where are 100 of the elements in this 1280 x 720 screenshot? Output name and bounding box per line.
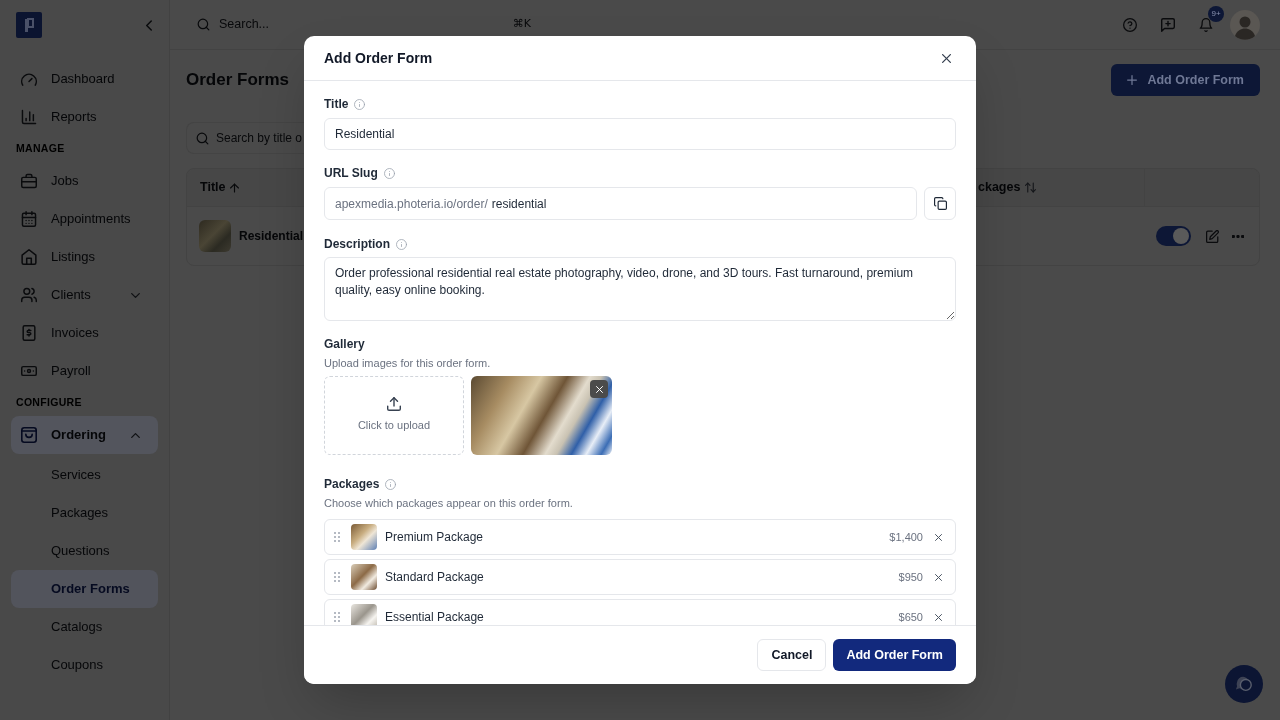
house-icon	[21, 249, 37, 265]
chat-button[interactable]	[1225, 665, 1263, 703]
nav-item[interactable]: Dashboard	[11, 60, 158, 98]
close-icon	[934, 613, 942, 621]
column-header[interactable]: Title	[200, 178, 240, 197]
remove-package-button[interactable]	[932, 531, 944, 543]
copy-icon	[933, 197, 947, 210]
drag-handle-icon[interactable]	[334, 612, 340, 622]
nav-item[interactable]: Listings	[11, 238, 158, 276]
search-placeholder: Search...	[219, 16, 270, 34]
field-hint: Upload images for this order form.	[324, 356, 492, 370]
package-name: Essential Package	[385, 609, 484, 625]
column-label: ckages	[978, 179, 1021, 197]
field-label: Gallery	[324, 336, 365, 353]
package-name: Premium Package	[385, 529, 484, 546]
field-label: Packages	[324, 476, 380, 493]
field-hint: Choose which packages appear on this order form.	[324, 496, 574, 510]
url-slug-field[interactable]: apexmedia.photeria.io/order/ residential	[324, 187, 917, 220]
chat-bubble-icon	[1234, 675, 1254, 693]
nav-item[interactable]: Payroll	[11, 352, 158, 390]
receipt-icon	[21, 325, 37, 341]
nav-label: Jobs	[51, 172, 79, 191]
nav-label: Payroll	[51, 362, 91, 381]
nav-subitem[interactable]: Coupons	[11, 646, 158, 684]
nav-item[interactable]: Reports	[11, 98, 158, 136]
help-icon	[1123, 17, 1137, 32]
copy-button[interactable]	[924, 187, 956, 220]
banknote-icon	[21, 363, 37, 379]
close-icon	[934, 533, 942, 541]
nav-item[interactable]: Appointments	[11, 200, 158, 238]
nav-item[interactable]: Clients	[11, 276, 158, 314]
nav-label: Reports	[51, 108, 97, 127]
search-icon	[197, 18, 210, 31]
photo-placeholder	[199, 220, 231, 252]
bag-icon	[21, 427, 37, 443]
chevron-left-icon	[146, 19, 152, 31]
calendar-icon	[21, 211, 37, 227]
remove-image-button[interactable]	[590, 380, 608, 398]
nav-label: Appointments	[51, 210, 131, 229]
global-search-field[interactable]: Search... ⌘K	[186, 13, 546, 36]
nav-label: Invoices	[51, 324, 99, 343]
nav-subitem[interactable]: Questions	[11, 532, 158, 570]
upload-icon	[387, 397, 401, 412]
close-icon	[934, 573, 942, 581]
bell-icon	[1199, 17, 1213, 32]
url-prefix: apexmedia.photeria.io/order/	[335, 195, 488, 213]
photo-placeholder	[351, 604, 377, 625]
nav-label: Ordering	[51, 426, 106, 445]
nav-label: Clients	[51, 286, 91, 305]
photo-placeholder	[351, 524, 377, 550]
toggle-switch[interactable]	[1156, 226, 1191, 246]
column-header[interactable]: ckages	[978, 178, 1037, 197]
section-heading: CONFIGURE	[15, 395, 83, 411]
close-icon	[941, 53, 951, 63]
title-input[interactable]: Residential	[324, 118, 956, 150]
submit-button[interactable]: Add Order Form	[833, 639, 956, 671]
column-label: Title	[200, 179, 226, 197]
section-heading: MANAGE	[15, 141, 66, 157]
remove-package-button[interactable]	[932, 611, 944, 623]
close-icon	[595, 385, 603, 393]
description-input[interactable]: Order professional residential real estate photography, video, drone, and 3D tours. Fast turnaround, premium quality, easy online booking.	[324, 257, 956, 321]
bar-chart-icon	[21, 109, 37, 125]
nav-subitem[interactable]: Services	[11, 456, 158, 494]
nav-label: Dashboard	[51, 70, 115, 89]
nav-subitem[interactable]: Packages	[11, 494, 158, 532]
field-label: Description	[324, 236, 390, 253]
drag-handle-icon[interactable]	[334, 532, 340, 542]
add-order-form-button[interactable]: Add Order Form	[1111, 64, 1260, 96]
nav-item[interactable]: Ordering	[11, 416, 158, 454]
nav-subitem[interactable]: Catalogs	[11, 608, 158, 646]
remove-package-button[interactable]	[932, 571, 944, 583]
photo-placeholder	[351, 564, 377, 590]
nav-label: Listings	[51, 248, 96, 267]
logo-icon	[16, 12, 42, 38]
more-icon	[1232, 234, 1244, 238]
user-avatar[interactable]	[1230, 9, 1260, 40]
cancel-button[interactable]: Cancel	[757, 639, 827, 671]
users-icon	[21, 287, 37, 303]
gauge-icon	[21, 71, 37, 87]
field-label: Title	[324, 96, 349, 113]
nav-item[interactable]: Jobs	[11, 162, 158, 200]
edit-icon	[1205, 229, 1219, 243]
search-placeholder: Search by title o	[216, 130, 303, 147]
package-price: $650	[898, 609, 923, 625]
notification-badge: 9+	[1208, 5, 1224, 22]
field-label: URL Slug	[324, 165, 378, 182]
package-price: $950	[898, 569, 923, 585]
briefcase-icon	[21, 173, 37, 189]
url-slug-value: residential	[491, 195, 547, 213]
drag-handle-icon[interactable]	[334, 572, 340, 582]
search-icon	[196, 131, 209, 145]
notifications-button[interactable]: 9+	[1190, 8, 1222, 41]
shortcut-hint: ⌘K	[512, 16, 531, 33]
nav-item[interactable]: Invoices	[11, 314, 158, 352]
plus-icon	[1127, 75, 1138, 85]
nav-subitem[interactable]: Order Forms	[11, 570, 158, 608]
message-plus-icon	[1161, 17, 1175, 32]
dialog-title: Add Order Form	[324, 48, 433, 68]
upload-dropzone[interactable]: Click to upload	[324, 376, 464, 455]
package-name: Standard Package	[385, 569, 484, 586]
